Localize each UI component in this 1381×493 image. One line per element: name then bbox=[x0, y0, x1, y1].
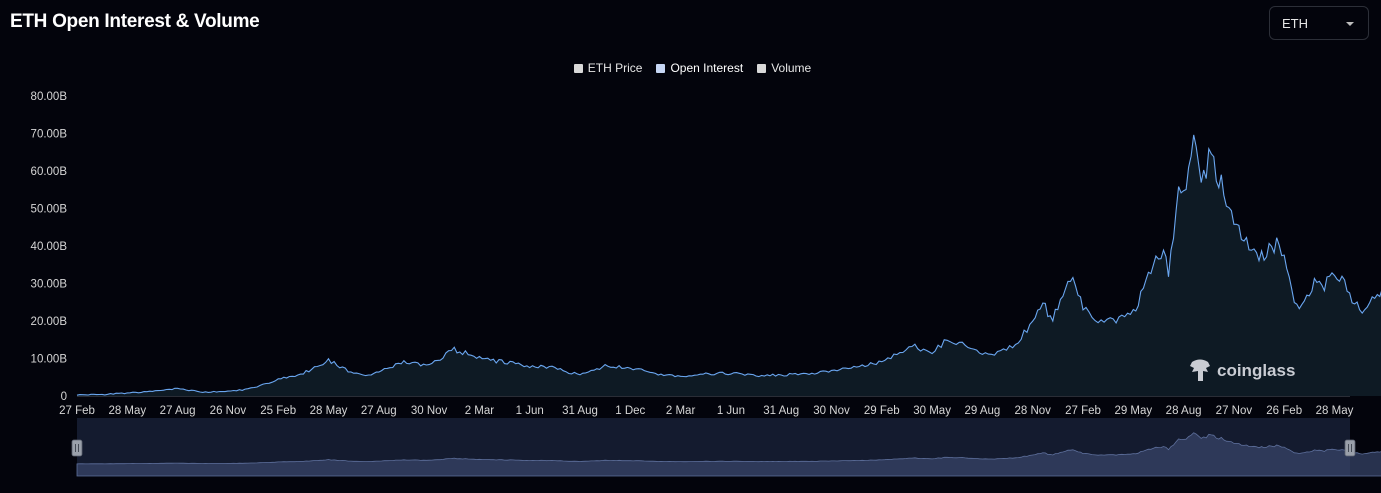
x-tick-label: 28 May bbox=[108, 405, 146, 417]
y-tick-label: 40.00B bbox=[31, 241, 68, 253]
x-tick-label: 27 Feb bbox=[1065, 405, 1101, 417]
x-tick-label: 27 Feb bbox=[59, 405, 95, 417]
y-tick-label: 10.00B bbox=[31, 354, 68, 366]
x-tick-label: 27 Aug bbox=[160, 405, 196, 417]
x-tick-label: 30 May bbox=[913, 405, 951, 417]
x-tick-label: 31 Aug bbox=[763, 405, 799, 417]
handle-grip-icon bbox=[1344, 439, 1356, 457]
x-tick-label: 1 Jun bbox=[717, 405, 745, 417]
x-tick-label: 29 May bbox=[1114, 405, 1152, 417]
open-interest-area bbox=[77, 134, 1381, 396]
chart-canvas: 0 10.00B 20.00B 30.00B 40.00B 50.00B 60.00B 70.… bbox=[31, 91, 1381, 477]
watermark-text: coinglass bbox=[1217, 361, 1295, 380]
x-tick-label: 28 Aug bbox=[1166, 405, 1202, 417]
x-tick-label: 28 Nov bbox=[1014, 405, 1051, 417]
y-tick-label: 60.00B bbox=[31, 166, 68, 178]
y-tick-label: 0 bbox=[61, 391, 67, 403]
y-axis: 0 10.00B 20.00B 30.00B 40.00B 50.00B 60.00B 70.… bbox=[31, 91, 68, 403]
x-tick-label: 29 Feb bbox=[864, 405, 900, 417]
x-tick-label: 27 Nov bbox=[1216, 405, 1253, 417]
x-tick-label: 2 Mar bbox=[666, 405, 696, 417]
x-tick-label: 27 Aug bbox=[361, 405, 397, 417]
y-tick-label: 50.00B bbox=[31, 204, 68, 216]
y-tick-label: 30.00B bbox=[31, 279, 68, 291]
y-tick-label: 20.00B bbox=[31, 316, 68, 328]
x-tick-label: 2 Mar bbox=[465, 405, 495, 417]
x-tick-label: 25 Feb bbox=[260, 405, 296, 417]
x-tick-label: 28 May bbox=[1316, 405, 1354, 417]
x-axis: 27 Feb 28 May 27 Aug 26 Nov 25 Feb 28 May 27 A… bbox=[59, 396, 1354, 417]
x-tick-label: 28 May bbox=[310, 405, 348, 417]
y-tick-label: 70.00B bbox=[31, 129, 68, 141]
handle-grip-icon bbox=[71, 439, 83, 457]
x-tick-label: 26 Feb bbox=[1266, 405, 1302, 417]
plot-area bbox=[76, 134, 1381, 396]
x-tick-label: 1 Jun bbox=[516, 405, 544, 417]
navigator[interactable] bbox=[71, 418, 1381, 477]
x-tick-label: 30 Nov bbox=[411, 405, 448, 417]
y-tick-label: 80.00B bbox=[31, 91, 68, 103]
x-tick-label: 31 Aug bbox=[562, 405, 598, 417]
x-tick-label: 26 Nov bbox=[210, 405, 247, 417]
x-tick-label: 30 Nov bbox=[813, 405, 850, 417]
navigator-selection[interactable] bbox=[77, 418, 1350, 476]
navigator-right-handle[interactable] bbox=[1344, 439, 1356, 457]
x-tick-label: 1 Dec bbox=[615, 405, 645, 417]
navigator-left-handle[interactable] bbox=[71, 439, 83, 457]
x-tick-label: 29 Aug bbox=[964, 405, 1000, 417]
